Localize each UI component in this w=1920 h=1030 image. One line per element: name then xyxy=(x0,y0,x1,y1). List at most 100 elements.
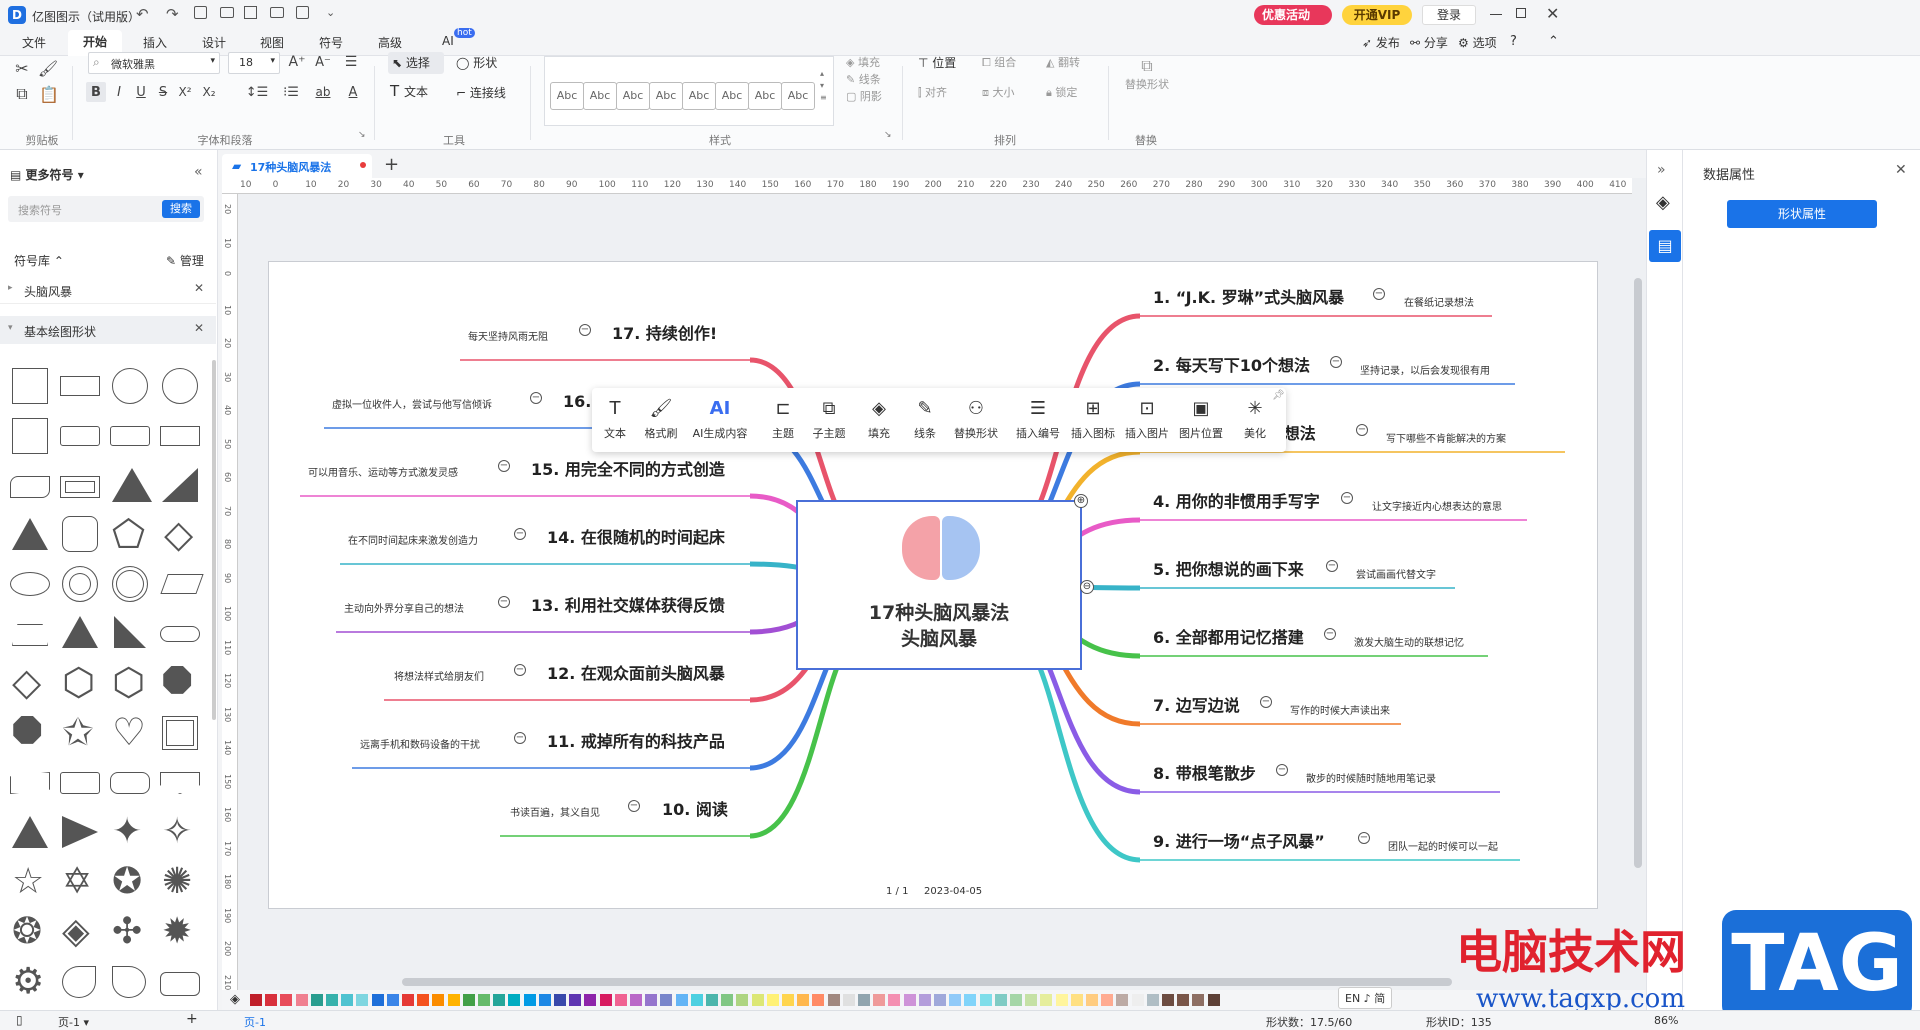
color-swatch[interactable] xyxy=(1116,994,1129,1006)
ft-ai-button[interactable]: AI AI生成内容 xyxy=(688,388,752,450)
color-swatch[interactable] xyxy=(918,994,931,1006)
color-swatch[interactable] xyxy=(569,994,582,1006)
collapse-icon[interactable]: − xyxy=(628,800,640,812)
collapse-icon[interactable]: − xyxy=(579,324,591,336)
note-14[interactable]: 在不同时间起床来激发创造力 xyxy=(348,532,478,547)
topic-14[interactable]: 14. 在很随机的时间起床 xyxy=(547,524,725,548)
color-swatch[interactable] xyxy=(979,994,992,1006)
color-swatch[interactable] xyxy=(858,994,870,1006)
collapse-icon[interactable]: − xyxy=(498,460,510,472)
fill-bucket-icon[interactable]: ◈ xyxy=(1656,192,1670,213)
page-list-icon[interactable]: ▯ xyxy=(16,1013,23,1027)
ft-replace-shape-button[interactable]: ⚇ 替换形状 xyxy=(948,388,1004,450)
topic-10[interactable]: 10. 阅读 xyxy=(662,796,728,820)
ft-text-button[interactable]: T 文本 xyxy=(592,388,638,450)
color-swatch[interactable] xyxy=(538,994,551,1006)
central-topic[interactable]: 17种头脑风暴法 头脑风暴 ⊕ ⊖ xyxy=(796,494,1094,670)
collapse-icon[interactable]: − xyxy=(1341,492,1353,504)
color-swatch[interactable] xyxy=(888,994,901,1006)
color-swatch[interactable] xyxy=(736,994,749,1006)
ft-format-painter-button[interactable]: 🖌 格式刷 xyxy=(638,388,684,450)
color-swatch[interactable] xyxy=(797,994,810,1006)
collapse-icon[interactable]: − xyxy=(1330,356,1342,368)
color-swatch[interactable] xyxy=(812,994,825,1006)
ft-subtopic-button[interactable]: ⧉ 子主题 xyxy=(806,388,852,450)
color-swatch[interactable] xyxy=(827,994,840,1006)
collapse-icon[interactable]: − xyxy=(1373,288,1385,300)
color-swatch[interactable] xyxy=(721,994,734,1006)
color-swatch[interactable] xyxy=(584,994,597,1006)
color-swatch[interactable] xyxy=(630,994,642,1006)
active-page-tab[interactable]: 页-1 xyxy=(244,1014,266,1030)
color-swatch[interactable] xyxy=(675,994,688,1006)
color-swatch[interactable] xyxy=(645,994,658,1006)
color-swatch[interactable] xyxy=(250,994,262,1006)
color-swatch[interactable] xyxy=(386,994,399,1006)
zoom-level[interactable]: 86% xyxy=(1654,1014,1678,1027)
note-6[interactable]: 激发大脑生动的联想记忆 xyxy=(1354,634,1464,649)
note-8[interactable]: 散步的时候随时随地用笔记录 xyxy=(1306,770,1436,785)
collapse-icon[interactable]: − xyxy=(498,596,510,608)
note-11[interactable]: 远离手机和数码设备的干扰 xyxy=(360,736,480,751)
topic-2[interactable]: 2. 每天写下10个想法 xyxy=(1153,352,1310,376)
color-swatch[interactable] xyxy=(1055,994,1068,1006)
color-swatch[interactable] xyxy=(1040,994,1053,1006)
selection-handle-icon[interactable]: ⊕ xyxy=(1074,494,1088,508)
collapse-icon[interactable]: − xyxy=(1358,832,1370,844)
collapse-icon[interactable]: − xyxy=(1324,628,1336,640)
color-swatch[interactable] xyxy=(994,994,1007,1006)
page-tab[interactable]: 页-1 ▾ xyxy=(58,1014,89,1030)
ft-insert-number-button[interactable]: ☰ 插入编号 xyxy=(1010,388,1066,450)
color-swatch[interactable] xyxy=(706,994,718,1006)
collapse-icon[interactable]: − xyxy=(514,528,526,540)
collapse-icon[interactable]: − xyxy=(530,392,542,404)
close-icon[interactable]: ✕ xyxy=(1895,162,1907,178)
data-properties-icon[interactable]: ▤ xyxy=(1649,230,1681,262)
topic-16[interactable]: 16. 写信给自己 xyxy=(563,388,591,412)
color-swatch[interactable] xyxy=(1101,994,1114,1006)
add-page-button[interactable]: + xyxy=(186,1011,198,1027)
fill-bucket-icon[interactable]: ◈ xyxy=(230,992,240,1007)
color-swatch[interactable] xyxy=(949,994,962,1006)
note-12[interactable]: 将想法样式给朋友们 xyxy=(394,668,484,683)
ime-indicator[interactable]: EN ♪ 简 xyxy=(1338,987,1393,1009)
color-swatch[interactable] xyxy=(1177,994,1190,1006)
color-swatch[interactable] xyxy=(1025,994,1038,1006)
color-swatch[interactable] xyxy=(554,994,566,1006)
ft-insert-icon-button[interactable]: ⊞ 插入图标 xyxy=(1066,388,1120,450)
collapse-icon[interactable]: − xyxy=(514,732,526,744)
pin-icon[interactable]: 📌︎ xyxy=(1272,390,1285,401)
color-swatch[interactable] xyxy=(447,994,460,1006)
note-7[interactable]: 写作的时候大声读出来 xyxy=(1290,702,1390,717)
note-5[interactable]: 尝试画画代替文字 xyxy=(1356,566,1436,581)
shape-properties-button[interactable]: 形状属性 xyxy=(1727,200,1877,228)
topic-4[interactable]: 4. 用你的非惯用手写字 xyxy=(1153,488,1320,512)
topic-15[interactable]: 15. 用完全不同的方式创造 xyxy=(531,456,725,480)
color-swatch[interactable] xyxy=(599,994,612,1006)
collapse-icon[interactable]: − xyxy=(1356,424,1368,436)
color-swatch[interactable] xyxy=(508,994,521,1006)
color-swatch[interactable] xyxy=(751,994,764,1006)
note-9[interactable]: 团队一起的时候可以一起 xyxy=(1388,838,1498,853)
note-15[interactable]: 可以用音乐、运动等方式激发灵感 xyxy=(308,464,458,479)
color-swatch[interactable] xyxy=(1131,994,1144,1006)
color-swatch[interactable] xyxy=(402,994,414,1006)
note-16[interactable]: 虚拟一位收件人，尝试与他写信倾诉 xyxy=(332,396,492,411)
color-swatch[interactable] xyxy=(265,994,278,1006)
color-swatch[interactable] xyxy=(432,994,445,1006)
note-3[interactable]: 写下哪些不肯能解决的方案 xyxy=(1386,430,1506,445)
note-17[interactable]: 每天坚持风雨无阻 xyxy=(468,328,548,343)
color-swatch[interactable] xyxy=(934,994,946,1006)
color-swatch[interactable] xyxy=(341,994,354,1006)
topic-1[interactable]: 1. “J.K. 罗琳”式头脑风暴 xyxy=(1153,284,1344,308)
collapse-icon[interactable]: − xyxy=(1260,696,1272,708)
color-swatch[interactable] xyxy=(1010,994,1022,1006)
collapse-icon[interactable]: − xyxy=(1326,560,1338,572)
color-swatch[interactable] xyxy=(782,994,794,1006)
color-swatch[interactable] xyxy=(523,994,536,1006)
topic-6[interactable]: 6. 全部都用记忆搭建 xyxy=(1153,624,1304,648)
color-swatch[interactable] xyxy=(280,994,293,1006)
expand-panel-icon[interactable]: » xyxy=(1657,162,1666,178)
color-swatch[interactable] xyxy=(1146,994,1159,1006)
note-4[interactable]: 让文字接近内心想表达的意思 xyxy=(1372,498,1502,513)
